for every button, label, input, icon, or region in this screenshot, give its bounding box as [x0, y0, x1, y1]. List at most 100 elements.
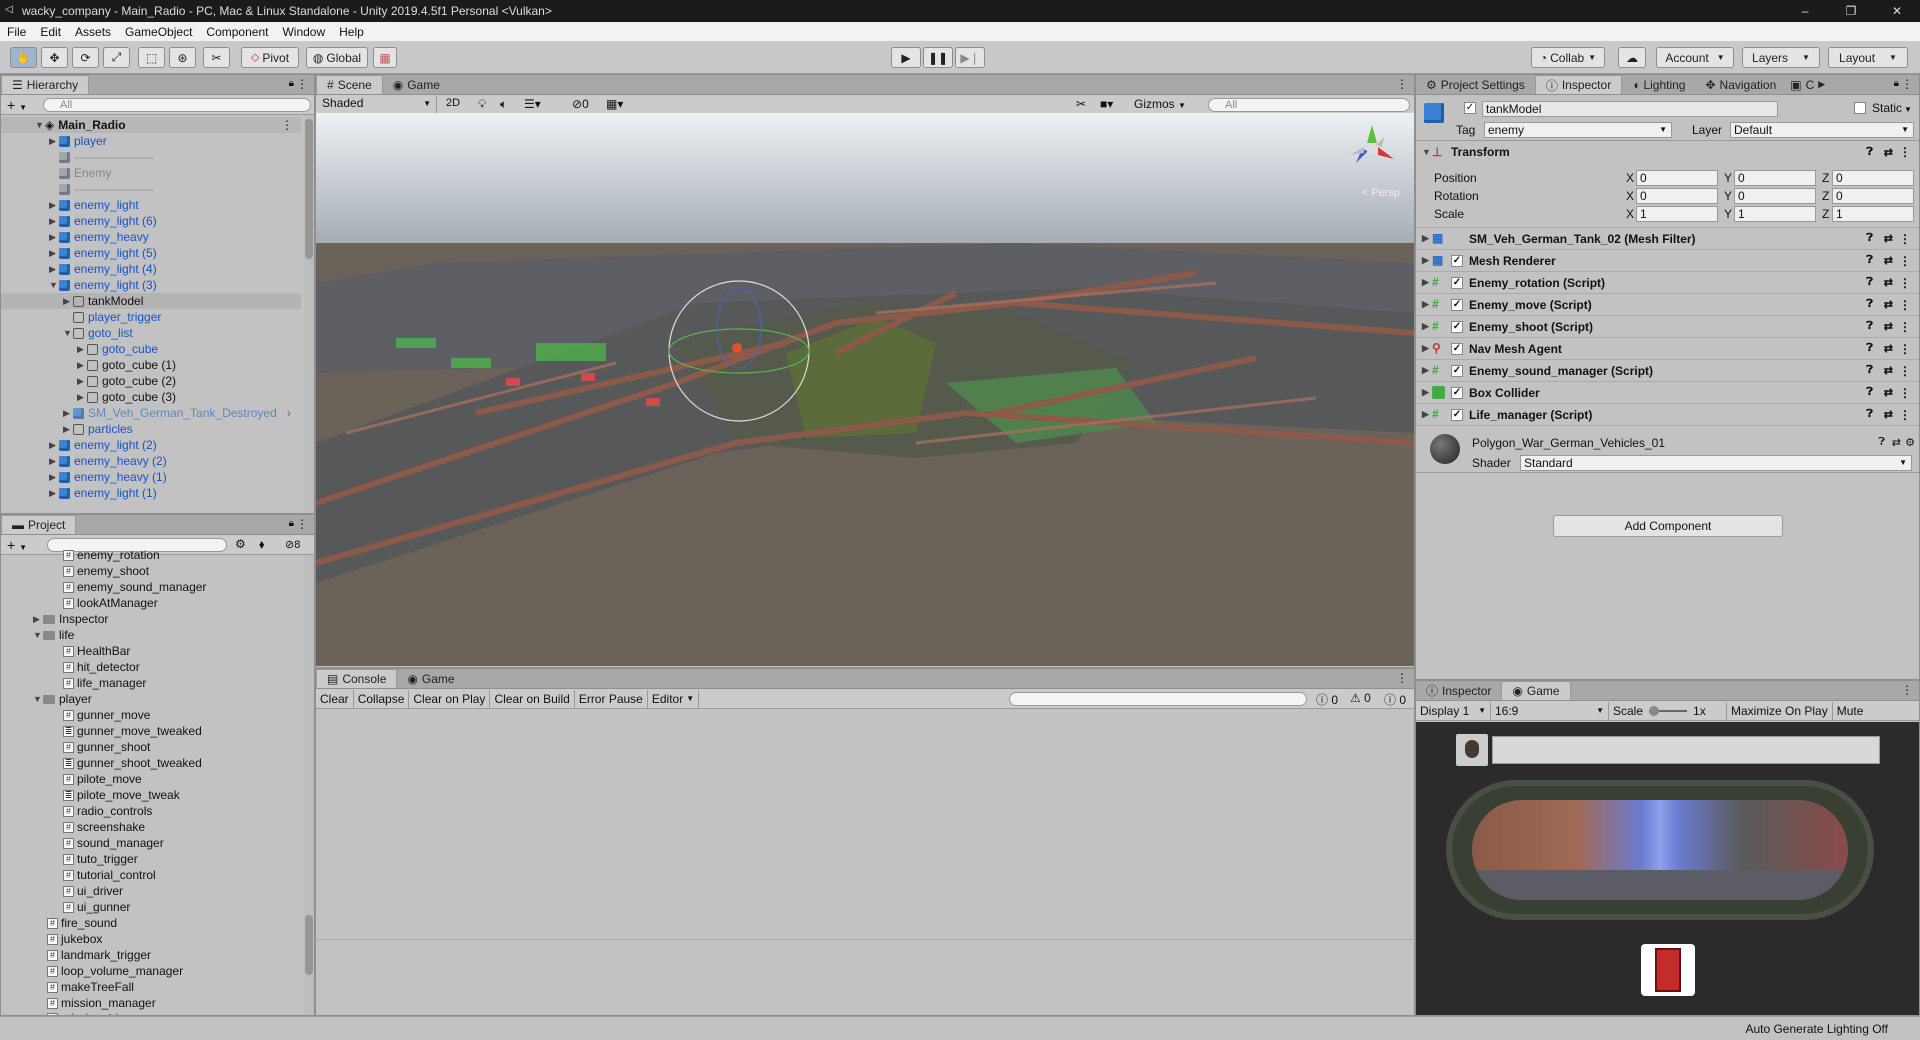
project-row[interactable]: # pilote_move [1, 771, 142, 787]
more-options-icon[interactable]: ⋮ [1899, 298, 1911, 312]
component-header[interactable]: ▶ ✓ Box Collider ❓︎ ⇄ ⋮ [1416, 381, 1919, 403]
help-icon[interactable]: ❓︎ [1866, 276, 1873, 289]
tab-game[interactable]: ◉ Game [1501, 681, 1571, 700]
enabled-checkbox[interactable]: ✓ [1451, 276, 1463, 289]
search-by-type-icon[interactable]: ⚙ [235, 537, 246, 551]
more-options-icon[interactable]: ⋮ [1899, 408, 1911, 422]
maximize-on-play-toggle[interactable]: Maximize On Play [1727, 701, 1833, 720]
hierarchy-scrollbar[interactable] [304, 115, 314, 513]
shading-mode-dropdown[interactable]: Shaded ▼ [319, 96, 437, 113]
project-row[interactable]: ≣ gunner_shoot_tweaked [1, 755, 202, 771]
step-button[interactable]: ▶❘ [955, 47, 985, 68]
help-icon[interactable]: ❓︎ [1866, 232, 1873, 245]
help-icon[interactable]: ❓︎ [1866, 408, 1873, 421]
project-row[interactable]: # life_manager [1, 675, 146, 691]
preset-icon[interactable]: ⇄ [1884, 254, 1893, 267]
lock-icon[interactable]: 🔒︎ [289, 518, 294, 529]
menu-window[interactable]: Window [275, 25, 332, 39]
preset-icon[interactable]: ⇄ [1892, 436, 1901, 449]
help-icon[interactable]: ❓︎ [1866, 386, 1873, 399]
hierarchy-row[interactable]: ▶ goto_cube (1) [1, 357, 176, 373]
menu-file[interactable]: File [0, 25, 33, 39]
minimize-button[interactable]: – [1782, 0, 1828, 22]
hierarchy-row[interactable]: ▶ enemy_light (2) [1, 437, 157, 453]
enabled-checkbox[interactable]: ✓ [1451, 364, 1463, 377]
tag-dropdown[interactable]: enemy ▼ [1484, 122, 1672, 138]
enabled-checkbox[interactable]: ✓ [1451, 342, 1463, 355]
scale-y-field[interactable]: 1 [1734, 206, 1816, 222]
project-row[interactable]: # ui_gunner [1, 899, 130, 915]
project-row[interactable]: # enemy_rotation [1, 547, 160, 563]
hierarchy-row[interactable]: ▶ SM_Veh_German_Tank_Destroyed › [1, 405, 301, 421]
position-x-field[interactable]: 0 [1636, 170, 1718, 186]
rotation-x-field[interactable]: 0 [1636, 188, 1718, 204]
mute-audio-toggle[interactable]: Mute [1833, 702, 1868, 720]
project-row[interactable]: # radio_controls [1, 803, 152, 819]
tab-game[interactable]: ◉ Game [397, 669, 464, 688]
scene-search-input[interactable]: All [1208, 98, 1410, 112]
hidden-objects-icon[interactable]: ⊘0 [572, 97, 589, 111]
more-options-icon[interactable]: ⋮ [1901, 683, 1913, 697]
more-options-icon[interactable]: ⋮ [1899, 232, 1911, 246]
lock-icon[interactable]: 🔒︎ [289, 78, 294, 89]
project-row[interactable]: # ui_driver [1, 883, 123, 899]
help-icon[interactable]: ❓︎ [1866, 298, 1873, 311]
scene-root-row[interactable]: ▼ ◈ Main_Radio ⋮ [1, 117, 301, 133]
hierarchy-row[interactable]: ▶ enemy_heavy (1) [1, 469, 167, 485]
scale-x-field[interactable]: 1 [1636, 206, 1718, 222]
lighting-status[interactable]: Auto Generate Lighting Off [1745, 1022, 1888, 1036]
snap-button[interactable]: ▦ [373, 47, 397, 68]
component-header[interactable]: ▶ # ✓ Enemy_move (Script) ❓︎ ⇄ ⋮ [1416, 293, 1919, 315]
persp-label[interactable]: < Persp [1362, 187, 1400, 199]
project-row[interactable]: ▶ Inspector [1, 611, 108, 627]
component-header[interactable]: ▶ # ✓ Enemy_sound_manager (Script) ❓︎ ⇄ ⋮ [1416, 359, 1919, 381]
project-row[interactable]: # makeTreeFall [1, 979, 134, 995]
account-button[interactable]: Account ▼ [1656, 47, 1734, 68]
tab-collapsed[interactable]: ▣ C ▶ [1786, 75, 1829, 94]
slider-knob[interactable] [1649, 705, 1660, 716]
play-button[interactable]: ▶ [891, 47, 921, 68]
hierarchy-row[interactable]: ▶ goto_cube (3) [1, 389, 176, 405]
more-options-icon[interactable]: ⋮ [1899, 145, 1911, 159]
audio-toggle-icon[interactable]: 🔈︎ [500, 97, 507, 112]
console-search-input[interactable] [1009, 692, 1307, 706]
more-options-icon[interactable]: ⋮ [1899, 364, 1911, 378]
tools-icon[interactable]: ✂ [1076, 97, 1086, 111]
project-row[interactable]: ≣ gunner_move_tweaked [1, 723, 202, 739]
error-count-toggle[interactable]: ⓘ 0 [1384, 691, 1406, 708]
hierarchy-row[interactable]: -------------------- [1, 181, 154, 197]
help-icon[interactable]: ❓︎ [1878, 436, 1885, 449]
gizmos-dropdown[interactable]: Gizmos ▼ [1134, 97, 1186, 111]
move-tool-button[interactable]: ✥ [41, 47, 68, 68]
project-row[interactable]: # gunner_shoot [1, 739, 150, 755]
project-row[interactable]: # screenshake [1, 819, 145, 835]
clear-on-build-button[interactable]: Clear on Build [490, 689, 575, 708]
hierarchy-row[interactable]: ▶ enemy_light (4) [1, 261, 157, 277]
static-checkbox[interactable] [1854, 102, 1866, 114]
more-options-icon[interactable]: ⋮ [1899, 386, 1911, 400]
more-options-icon[interactable]: ⋮ [1396, 671, 1408, 685]
more-options-icon[interactable]: ⋮ [1899, 320, 1911, 334]
lighting-toggle-icon[interactable]: 💡︎ [478, 97, 486, 112]
clear-on-play-button[interactable]: Clear on Play [409, 689, 491, 708]
more-options-icon[interactable]: ⋮ [1899, 342, 1911, 356]
tab-hierarchy[interactable]: ☰ Hierarchy [1, 75, 90, 94]
project-row[interactable]: # jukebox [1, 931, 102, 947]
game-view[interactable] [1416, 722, 1919, 1015]
hierarchy-row[interactable]: ▶ goto_cube (2) [1, 373, 176, 389]
tab-inspector[interactable]: ⓘ Inspector [1534, 75, 1623, 94]
project-row[interactable]: # gunner_move [1, 707, 150, 723]
component-header[interactable]: ▶ # ✓ Life_manager (Script) ❓︎ ⇄ ⋮ [1416, 403, 1919, 425]
collab-button[interactable]: ◔ Collab ▼ [1531, 47, 1605, 68]
preset-icon[interactable]: ⇄ [1884, 386, 1893, 399]
scale-slider[interactable]: Scale 1x [1609, 701, 1727, 720]
scale-tool-button[interactable]: ⤢ [103, 47, 130, 68]
aspect-dropdown[interactable]: 16:9 ▼ [1491, 701, 1609, 720]
more-options-icon[interactable]: ⋮ [296, 517, 308, 531]
component-header[interactable]: ▶ # ✓ Enemy_rotation (Script) ❓︎ ⇄ ⋮ [1416, 271, 1919, 293]
project-row[interactable]: # fire_sound [1, 915, 117, 931]
component-header[interactable]: ▶ ⚲ ✓ Nav Mesh Agent ❓︎ ⇄ ⋮ [1416, 337, 1919, 359]
close-button[interactable]: ✕ [1874, 0, 1920, 22]
rotation-z-field[interactable]: 0 [1832, 188, 1914, 204]
scene-viewport[interactable]: < Persp [316, 113, 1414, 666]
